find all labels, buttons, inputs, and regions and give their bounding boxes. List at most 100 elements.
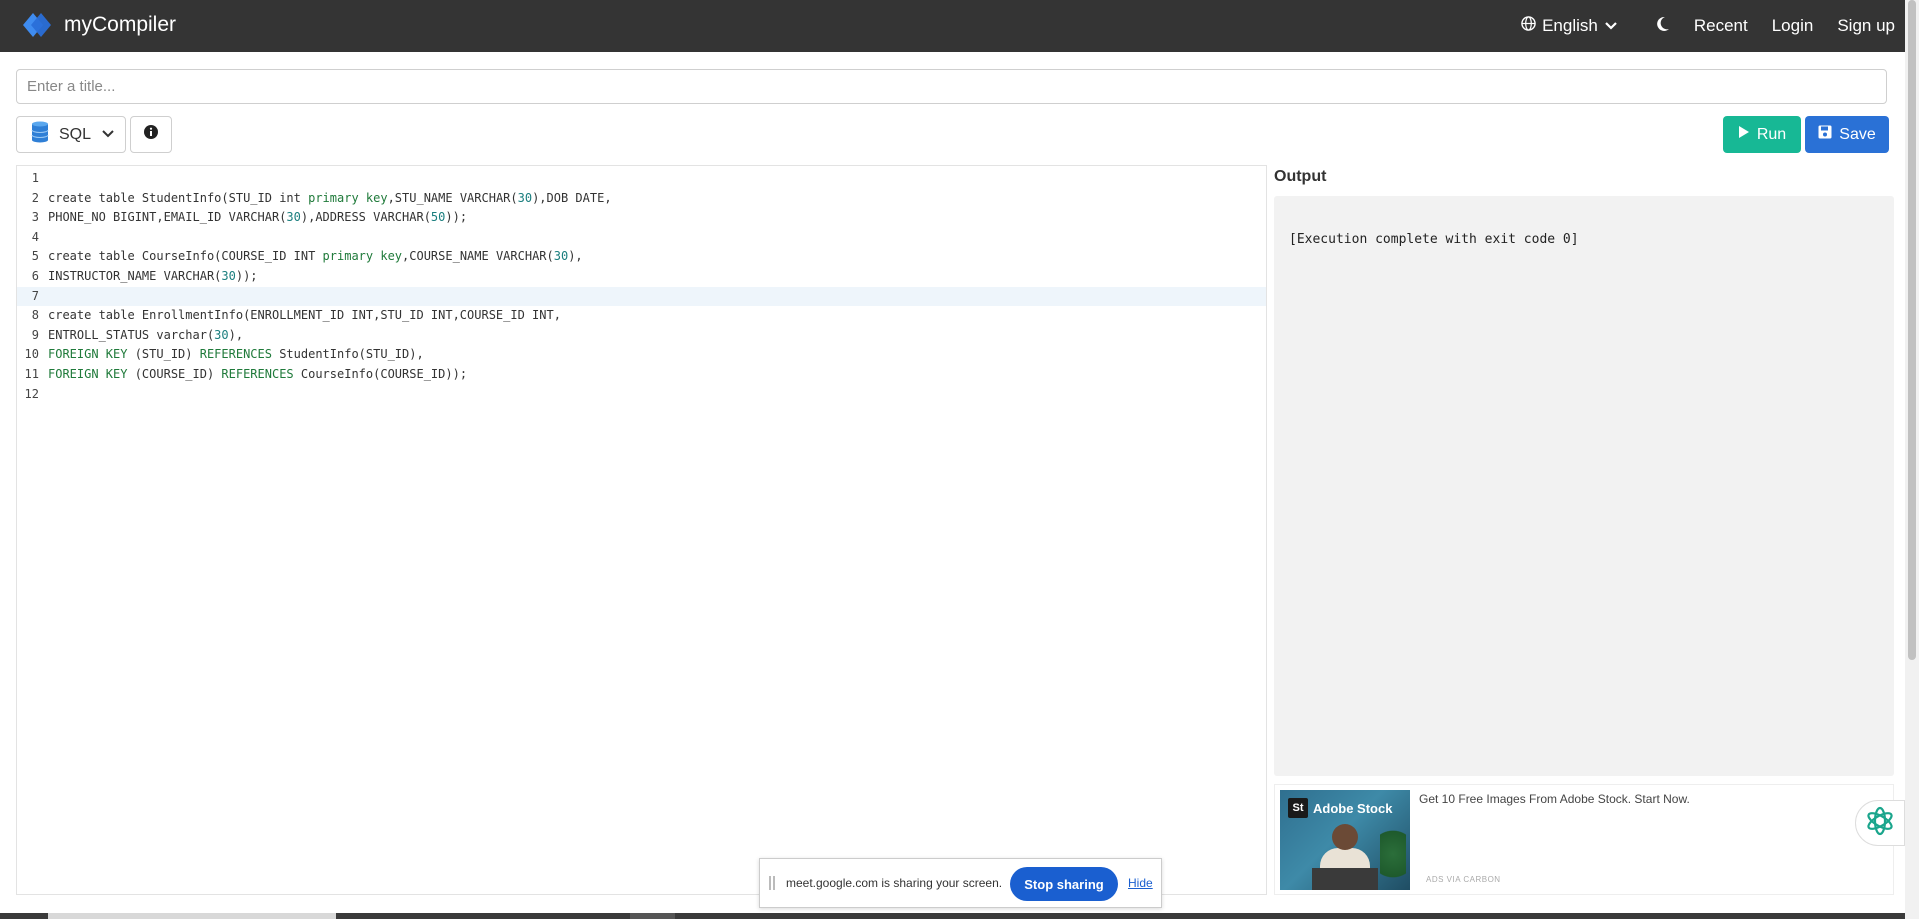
line-number: 2 bbox=[31, 190, 39, 205]
code-number: 50 bbox=[430, 210, 446, 225]
signup-link[interactable]: Sign up bbox=[1837, 16, 1895, 36]
screen-share-bar: meet.google.com is sharing your screen. … bbox=[759, 858, 1162, 908]
code-number: 30 bbox=[517, 190, 533, 205]
mycompiler-logo-icon bbox=[22, 12, 52, 38]
code-line[interactable]: 12 bbox=[17, 385, 1266, 405]
code-text[interactable] bbox=[39, 287, 48, 307]
code-text[interactable]: create table EnrollmentInfo(ENROLLMENT_I… bbox=[39, 306, 561, 326]
adobe-stock-mark: St bbox=[1288, 798, 1308, 818]
code-line[interactable]: 1 bbox=[17, 169, 1266, 189]
code-token: create table EnrollmentInfo(ENROLLMENT_I… bbox=[48, 308, 561, 323]
code-token: ,STU_NAME VARCHAR( bbox=[387, 190, 518, 205]
code-token: StudentInfo(STU_ID), bbox=[271, 347, 424, 362]
stop-sharing-button[interactable]: Stop sharing bbox=[1010, 867, 1118, 901]
chevron-down-icon bbox=[1604, 16, 1618, 36]
line-number: 4 bbox=[31, 229, 39, 244]
play-icon bbox=[1738, 125, 1750, 144]
code-text[interactable]: INSTRUCTOR_NAME VARCHAR(30)); bbox=[39, 267, 258, 287]
code-number: 30 bbox=[214, 327, 229, 342]
code-editor[interactable]: 1 2 create table StudentInfo(STU_ID int pr… bbox=[16, 165, 1267, 895]
code-token: PHONE_NO BIGINT,EMAIL_ID VARCHAR( bbox=[48, 210, 287, 225]
scrollbar-thumb[interactable] bbox=[1908, 0, 1916, 660]
code-token: CourseInfo(COURSE_ID)); bbox=[293, 366, 468, 381]
code-line[interactable]: 8 create table EnrollmentInfo(ENROLLMENT_… bbox=[17, 306, 1266, 326]
login-link[interactable]: Login bbox=[1772, 16, 1814, 36]
code-text[interactable] bbox=[39, 169, 48, 189]
page-scrollbar[interactable] bbox=[1905, 0, 1919, 919]
share-message: meet.google.com is sharing your screen. bbox=[786, 876, 1003, 890]
code-text[interactable] bbox=[39, 228, 48, 248]
code-lines[interactable]: 1 2 create table StudentInfo(STU_ID int pr… bbox=[17, 166, 1266, 404]
code-text[interactable] bbox=[39, 385, 48, 405]
code-keyword: primary key bbox=[308, 190, 388, 205]
code-token: (STU_ID) bbox=[127, 347, 200, 362]
code-line[interactable]: 10 FOREIGN KEY (STU_ID) REFERENCES Studen… bbox=[17, 345, 1266, 365]
code-text[interactable]: create table StudentInfo(STU_ID int prim… bbox=[39, 189, 612, 209]
line-number: 11 bbox=[24, 366, 39, 381]
code-line[interactable]: 11 FOREIGN KEY (COURSE_ID) REFERENCES Cou… bbox=[17, 365, 1266, 385]
language-dropdown[interactable]: English bbox=[1521, 16, 1618, 36]
ad-image[interactable]: St Adobe Stock bbox=[1280, 790, 1410, 890]
language-select[interactable]: SQL bbox=[16, 116, 126, 153]
save-label: Save bbox=[1839, 125, 1876, 143]
info-button[interactable] bbox=[130, 116, 172, 153]
language-label: English bbox=[1542, 16, 1598, 35]
code-line[interactable]: 7 bbox=[17, 286, 1266, 307]
code-line[interactable]: 5 create table CourseInfo(COURSE_ID INT p… bbox=[17, 247, 1266, 267]
code-line[interactable]: 6 INSTRUCTOR_NAME VARCHAR(30)); bbox=[17, 267, 1266, 287]
code-token: create table StudentInfo(STU_ID int bbox=[48, 190, 309, 205]
run-button[interactable]: Run bbox=[1723, 116, 1801, 153]
code-line[interactable]: 3 PHONE_NO BIGINT,EMAIL_ID VARCHAR(30),AD… bbox=[17, 208, 1266, 228]
code-number: 30 bbox=[553, 249, 569, 264]
code-text[interactable]: ENTROLL_STATUS varchar(30), bbox=[39, 326, 243, 346]
adobe-stock-brand: Adobe Stock bbox=[1313, 800, 1393, 816]
code-token: )); bbox=[235, 268, 258, 283]
line-number: 10 bbox=[24, 347, 39, 362]
dark-mode-toggle[interactable] bbox=[1656, 16, 1670, 37]
hide-link[interactable]: Hide bbox=[1128, 876, 1153, 890]
floppy-disk-icon bbox=[1818, 125, 1832, 144]
code-line[interactable]: 2 create table StudentInfo(STU_ID int pri… bbox=[17, 189, 1266, 209]
ad-via-carbon[interactable]: ADS VIA CARBON bbox=[1426, 875, 1501, 884]
code-text[interactable]: create table CourseInfo(COURSE_ID INT pr… bbox=[39, 247, 583, 267]
code-token: ),DOB DATE, bbox=[532, 190, 612, 205]
brand[interactable]: myCompiler bbox=[22, 12, 176, 38]
code-keyword: FOREIGN KEY bbox=[48, 347, 128, 362]
title-input[interactable] bbox=[16, 69, 1887, 104]
code-token: INSTRUCTOR_NAME VARCHAR( bbox=[48, 268, 222, 283]
code-token: ,COURSE_NAME VARCHAR( bbox=[402, 249, 554, 264]
moon-icon bbox=[1656, 16, 1670, 37]
output-text: [Execution complete with exit code 0] bbox=[1289, 232, 1579, 247]
code-text[interactable]: PHONE_NO BIGINT,EMAIL_ID VARCHAR(30),ADD… bbox=[39, 208, 467, 228]
recent-link[interactable]: Recent bbox=[1694, 16, 1748, 36]
save-button[interactable]: Save bbox=[1805, 116, 1889, 153]
code-line[interactable]: 9 ENTROLL_STATUS varchar(30), bbox=[17, 326, 1266, 346]
code-token: ), bbox=[568, 249, 583, 264]
ai-sparkle-icon bbox=[1864, 805, 1896, 842]
code-token: ),ADDRESS VARCHAR( bbox=[300, 210, 431, 225]
code-token: ), bbox=[228, 327, 244, 342]
line-number: 9 bbox=[31, 327, 39, 342]
line-number: 3 bbox=[31, 210, 39, 225]
code-text[interactable]: FOREIGN KEY (STU_ID) REFERENCES StudentI… bbox=[39, 345, 424, 365]
code-token: )); bbox=[445, 210, 468, 225]
code-keyword: FOREIGN KEY bbox=[48, 366, 128, 381]
ai-assistant-button[interactable] bbox=[1855, 800, 1905, 846]
info-icon bbox=[143, 124, 159, 145]
code-line[interactable]: 4 bbox=[17, 228, 1266, 248]
carbon-ad[interactable]: St Adobe Stock Get 10 Free Images From A… bbox=[1274, 784, 1894, 895]
line-number: 7 bbox=[31, 288, 39, 303]
drag-handle-icon[interactable] bbox=[769, 876, 775, 890]
bottom-taskbar-strip bbox=[0, 913, 1905, 919]
code-keyword: primary key bbox=[322, 249, 403, 264]
ad-text[interactable]: Get 10 Free Images From Adobe Stock. Sta… bbox=[1419, 792, 1859, 806]
line-number: 1 bbox=[31, 171, 39, 185]
globe-icon bbox=[1521, 16, 1536, 36]
code-text[interactable]: FOREIGN KEY (COURSE_ID) REFERENCES Cours… bbox=[39, 365, 467, 385]
line-number: 8 bbox=[31, 308, 39, 323]
code-token: ENTROLL_STATUS varchar( bbox=[48, 327, 215, 342]
taskbar-segment bbox=[630, 913, 675, 919]
top-navbar: myCompiler English Recent Login Sign up bbox=[0, 0, 1905, 52]
adobe-stock-logo: St Adobe Stock bbox=[1288, 798, 1392, 818]
chevron-down-icon bbox=[101, 126, 115, 144]
